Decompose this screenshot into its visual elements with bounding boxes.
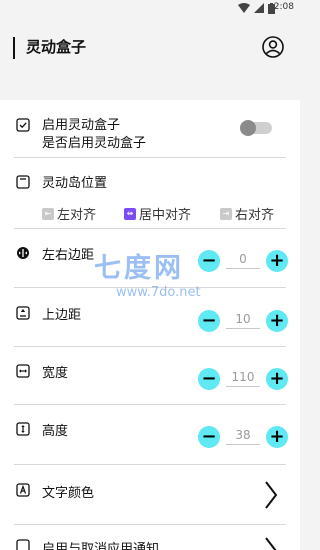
text-color-icon — [16, 483, 30, 497]
divider — [14, 287, 286, 288]
divider — [14, 524, 286, 525]
toggle-knob — [240, 120, 256, 136]
divider — [14, 404, 286, 405]
notify-row[interactable]: 启用与取消应用通知 — [0, 536, 300, 550]
divider — [14, 157, 286, 158]
chevron-right-icon[interactable] — [264, 480, 278, 510]
wifi-icon — [238, 3, 250, 13]
width-decrement-button[interactable]: − — [198, 368, 220, 390]
enable-toggle[interactable] — [240, 120, 272, 136]
width-stepper: − 110 + — [198, 368, 288, 390]
width-row: 宽度 − 110 + — [0, 362, 300, 392]
align-right-icon: ⇥ — [220, 207, 232, 220]
height-stepper: − 38 + — [198, 426, 288, 448]
lr-margin-stepper: − 0 + — [198, 250, 288, 272]
align-right-option[interactable]: ⇥ 右对齐 — [220, 204, 274, 223]
height-increment-button[interactable]: + — [266, 426, 288, 448]
top-margin-stepper: − 10 + — [198, 310, 288, 332]
text-color-row[interactable]: 文字颜色 — [0, 480, 300, 514]
width-icon — [16, 364, 30, 378]
width-increment-button[interactable]: + — [266, 368, 288, 390]
enable-title: 启用灵动盒子 — [42, 118, 121, 133]
divider — [14, 346, 286, 347]
align-right-label: 右对齐 — [235, 208, 275, 223]
top-margin-decrement-button[interactable]: − — [198, 310, 220, 332]
divider — [14, 228, 286, 229]
island-position-icon — [16, 175, 30, 189]
width-label: 宽度 — [42, 366, 69, 381]
align-options: ⇤ 左对齐 ⇹ 居中对齐 ⇥ 右对齐 — [0, 204, 300, 223]
user-icon[interactable] — [262, 36, 284, 58]
checkbox-icon — [16, 118, 30, 132]
top-margin-value[interactable]: 10 — [226, 312, 260, 329]
settings-list: 启用灵动盒子 是否启用灵动盒子 灵动岛位置 ⇤ 左对齐 ⇹ 居中对齐 ⇥ 右对齐 — [0, 100, 300, 550]
top-margin-label: 上边距 — [42, 308, 82, 323]
top-margin-increment-button[interactable]: + — [266, 310, 288, 332]
lr-margin-increment-button[interactable]: + — [266, 250, 288, 272]
notify-label: 启用与取消应用通知 — [42, 542, 160, 550]
chevron-right-icon[interactable] — [264, 536, 278, 550]
align-left-option[interactable]: ⇤ 左对齐 — [42, 204, 96, 223]
position-label: 灵动岛位置 — [42, 176, 108, 191]
height-value[interactable]: 38 — [226, 428, 260, 445]
align-center-label: 居中对齐 — [139, 208, 192, 223]
enable-subtitle: 是否启用灵动盒子 — [42, 136, 147, 151]
top-margin-icon — [16, 306, 30, 320]
text-color-label: 文字颜色 — [42, 486, 95, 501]
height-icon — [16, 422, 30, 436]
app-bar: 灵动盒子 — [0, 16, 300, 68]
align-center-icon: ⇹ — [124, 207, 136, 220]
top-margin-row: 上边距 − 10 + — [0, 304, 300, 334]
signal-icon — [254, 3, 264, 13]
status-bar: 2:08 — [0, 0, 300, 16]
enable-row[interactable]: 启用灵动盒子 是否启用灵动盒子 — [0, 114, 300, 154]
notification-icon — [16, 539, 30, 550]
lr-margin-decrement-button[interactable]: − — [198, 250, 220, 272]
height-decrement-button[interactable]: − — [198, 426, 220, 448]
height-row: 高度 − 38 + — [0, 420, 300, 450]
title-accent-bar — [13, 37, 15, 59]
align-center-option[interactable]: ⇹ 居中对齐 — [124, 204, 191, 223]
height-label: 高度 — [42, 424, 69, 439]
position-row: 灵动岛位置 — [0, 172, 300, 192]
page-title: 灵动盒子 — [26, 38, 87, 56]
lr-margin-label: 左右边距 — [42, 248, 95, 263]
align-left-label: 左对齐 — [57, 208, 97, 223]
align-left-icon: ⇤ — [42, 207, 54, 220]
lr-margin-value[interactable]: 0 — [226, 252, 260, 269]
width-value[interactable]: 110 — [226, 370, 260, 387]
clock: 2:08 — [273, 2, 294, 12]
horizontal-margin-icon — [17, 247, 29, 259]
divider — [14, 464, 286, 465]
lr-margin-row: 左右边距 − 0 + — [0, 244, 300, 274]
